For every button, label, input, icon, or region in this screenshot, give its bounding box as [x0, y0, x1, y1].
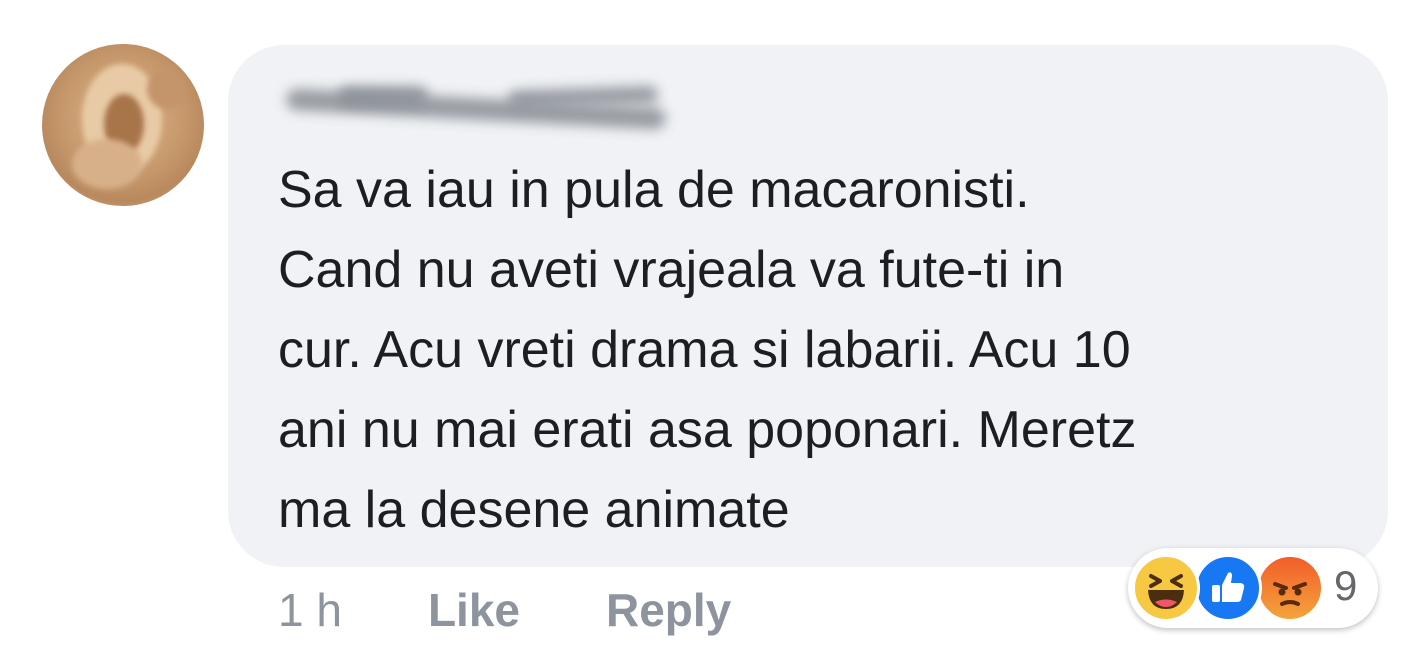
- reaction-count: 9: [1334, 562, 1358, 609]
- angry-icon: [1256, 554, 1324, 622]
- comment-text: Sa va iau in pula de macaronisti. Cand n…: [278, 161, 1137, 539]
- haha-icon: [1132, 554, 1200, 622]
- reply-button[interactable]: Reply: [606, 583, 731, 637]
- like-button[interactable]: Like: [428, 583, 520, 637]
- author-name-redacted[interactable]: [278, 80, 678, 136]
- reactions-summary[interactable]: 9: [1128, 548, 1378, 628]
- comment-actions: 1 h Like Reply: [278, 580, 731, 640]
- avatar[interactable]: [42, 44, 204, 206]
- timestamp[interactable]: 1 h: [278, 583, 342, 637]
- comment-container: Sa va iau in pula de macaronisti. Cand n…: [0, 0, 1425, 672]
- like-icon: [1194, 554, 1262, 622]
